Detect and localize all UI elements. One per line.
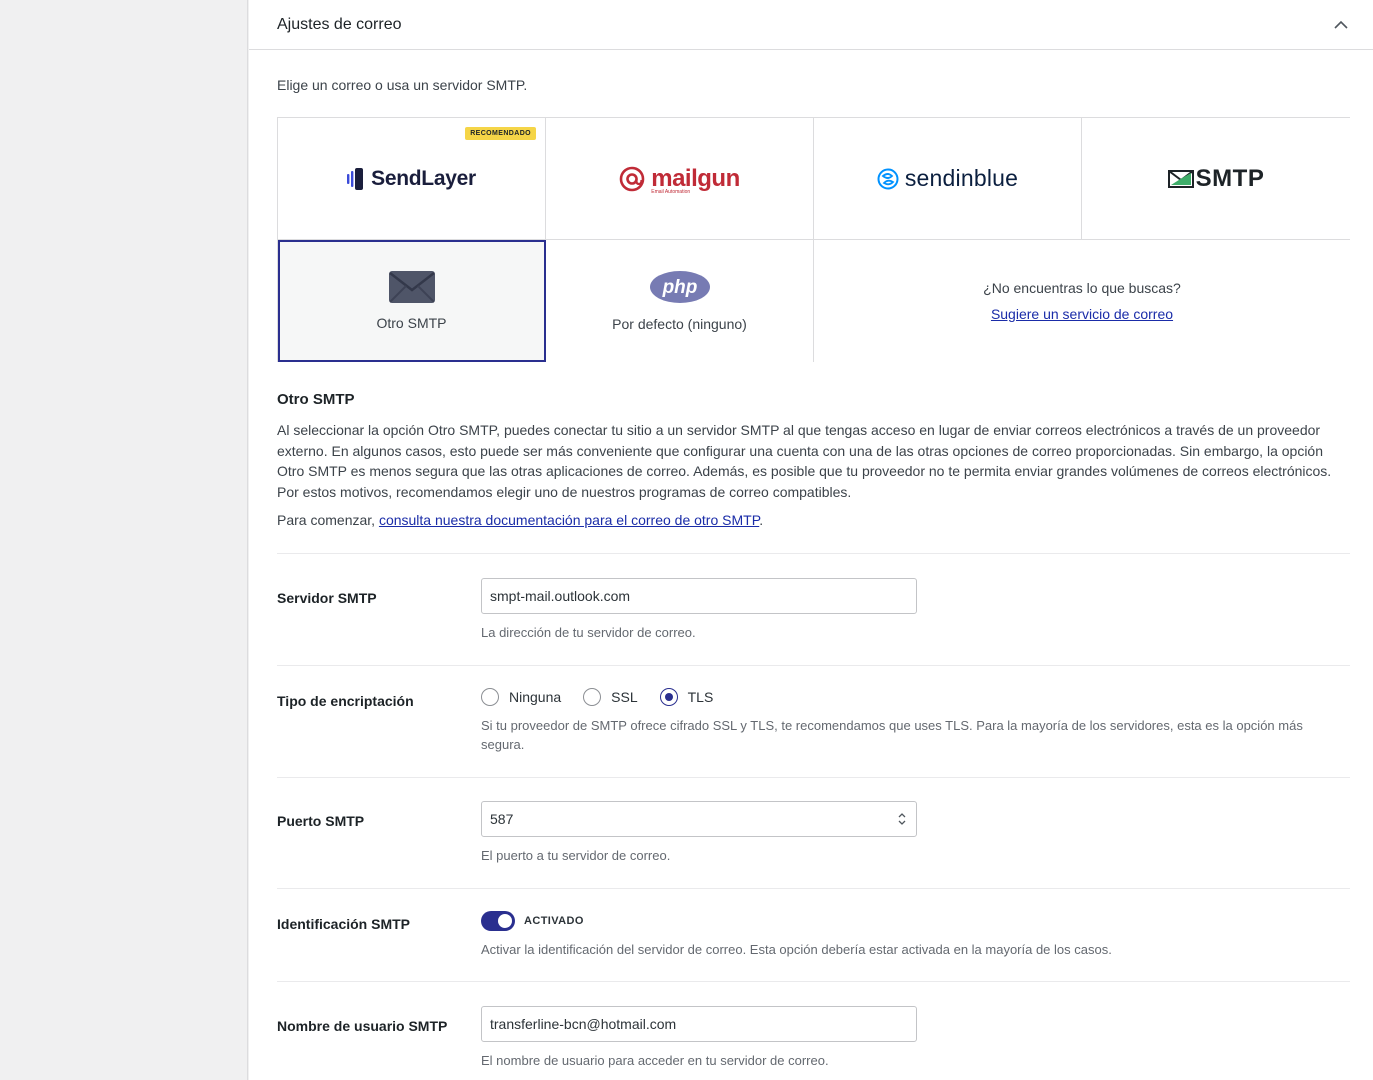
smtp-username-help: El nombre de usuario para acceder en tu …	[481, 1053, 829, 1068]
radio-tls-label: TLS	[687, 689, 714, 705]
smtp-auth-label: Identificación SMTP	[277, 916, 411, 932]
radio-none-label: Ninguna	[509, 689, 562, 705]
envelope-icon	[388, 271, 435, 303]
smtp-host-help: La dirección de tu servidor de correo.	[481, 625, 696, 640]
mail-settings-panel: Ajustes de correo Elige un correo o usa …	[249, 0, 1373, 1080]
mailer-tile-other-smtp[interactable]: Otro SMTP	[278, 240, 546, 362]
encryption-option-none[interactable]: Ninguna	[481, 688, 561, 706]
encryption-help: Si tu proveedor de SMTP ofrece cifrado S…	[481, 718, 1303, 752]
mailer-tile-smtp[interactable]: SMTP	[1082, 118, 1350, 240]
smtp-host-label: Servidor SMTP	[277, 590, 377, 606]
envelope-green-icon	[1167, 169, 1194, 188]
section-description: Al seleccionar la opción Otro SMTP, pued…	[277, 422, 1332, 500]
smtp-auth-toggle-wrap: ACTIVADO	[481, 911, 584, 931]
mailgun-logo: mailgun Email Automation	[619, 164, 740, 195]
get-started-suffix: .	[759, 512, 764, 528]
smtp-auth-state: ACTIVADO	[524, 915, 584, 927]
radio-tls[interactable]	[659, 688, 678, 706]
encryption-radio-group: Ninguna SSL TLS	[481, 688, 735, 706]
mailer-tile-sendinblue[interactable]: sendinblue	[814, 118, 1082, 240]
mailer-grid: RECOMENDADO SendLayer mailgun Email Auto…	[277, 117, 1350, 362]
smtp-port-help: El puerto a tu servidor de correo.	[481, 848, 671, 863]
sendinblue-icon	[877, 168, 899, 189]
mailer-tile-php-default[interactable]: php Por defecto (ninguno)	[546, 240, 814, 362]
smtp-username-label: Nombre de usuario SMTP	[277, 1018, 448, 1034]
smtp-wordmark: SMTP	[1195, 164, 1265, 192]
section-title: Otro SMTP	[277, 391, 355, 408]
php-logo-text: php	[661, 277, 697, 298]
smtp-auth-toggle[interactable]	[481, 911, 515, 931]
radio-ssl[interactable]	[583, 688, 602, 706]
smtp-logo: SMTP	[1167, 164, 1265, 193]
smtp-port-value: 587	[490, 811, 514, 827]
panel-header[interactable]: Ajustes de correo	[249, 0, 1373, 50]
smtp-port-input[interactable]: 587	[481, 801, 917, 837]
mailgun-wordmark: mailgun Email Automation	[651, 164, 740, 195]
encryption-option-ssl[interactable]: SSL	[583, 688, 638, 706]
mailgun-subtitle: Email Automation	[651, 188, 691, 195]
mailgun-at-icon	[619, 166, 645, 191]
panel-title: Ajustes de correo	[277, 15, 402, 33]
php-default-label: Por defecto (ninguno)	[612, 316, 747, 332]
documentation-link[interactable]: consulta nuestra documentación para el c…	[379, 512, 759, 528]
chevron-up-icon[interactable]	[1329, 13, 1353, 37]
mailgun-name: mailgun	[651, 164, 740, 192]
suggest-mailer-link[interactable]: Sugiere un servicio de correo	[991, 306, 1173, 322]
sendinblue-logo: sendinblue	[877, 165, 1018, 192]
number-spinner-icon[interactable]	[897, 811, 907, 827]
encryption-option-tls[interactable]: TLS	[659, 688, 714, 706]
sendlayer-logo: SendLayer	[347, 167, 476, 191]
get-started-prefix: Para comenzar,	[277, 512, 379, 528]
smtp-username-input[interactable]: transferline-bcn@hotmail.com	[481, 1006, 917, 1042]
php-logo: php	[649, 271, 710, 303]
smtp-auth-help: Activar la identificación del servidor d…	[481, 942, 1112, 957]
sendinblue-wordmark: sendinblue	[904, 165, 1019, 191]
divider	[277, 665, 1350, 666]
other-smtp-label: Otro SMTP	[376, 315, 447, 331]
divider	[277, 981, 1350, 982]
divider	[277, 888, 1350, 889]
suggest-mailer-tile: ¿No encuentras lo que buscas? Sugiere un…	[814, 240, 1350, 362]
sendlayer-wordmark: SendLayer	[371, 166, 476, 190]
divider	[277, 553, 1350, 554]
mailer-tile-sendlayer[interactable]: RECOMENDADO SendLayer	[278, 118, 546, 240]
get-started-text: Para comenzar, consulta nuestra document…	[277, 512, 763, 528]
smtp-port-label: Puerto SMTP	[277, 813, 365, 829]
intro-text: Elige un correo o usa un servidor SMTP.	[277, 77, 528, 93]
encryption-label: Tipo de encriptación	[277, 693, 414, 709]
recommended-badge: RECOMENDADO	[465, 127, 536, 140]
divider	[277, 777, 1350, 778]
mailer-tile-mailgun[interactable]: mailgun Email Automation	[546, 118, 814, 240]
smtp-host-input[interactable]: smpt-mail.outlook.com	[481, 578, 917, 614]
radio-none[interactable]	[481, 688, 499, 706]
admin-sidebar-area	[0, 0, 248, 1080]
suggest-question: ¿No encuentras lo que buscas?	[983, 280, 1181, 296]
radio-ssl-label: SSL	[611, 689, 638, 705]
sendlayer-icon	[347, 167, 364, 190]
